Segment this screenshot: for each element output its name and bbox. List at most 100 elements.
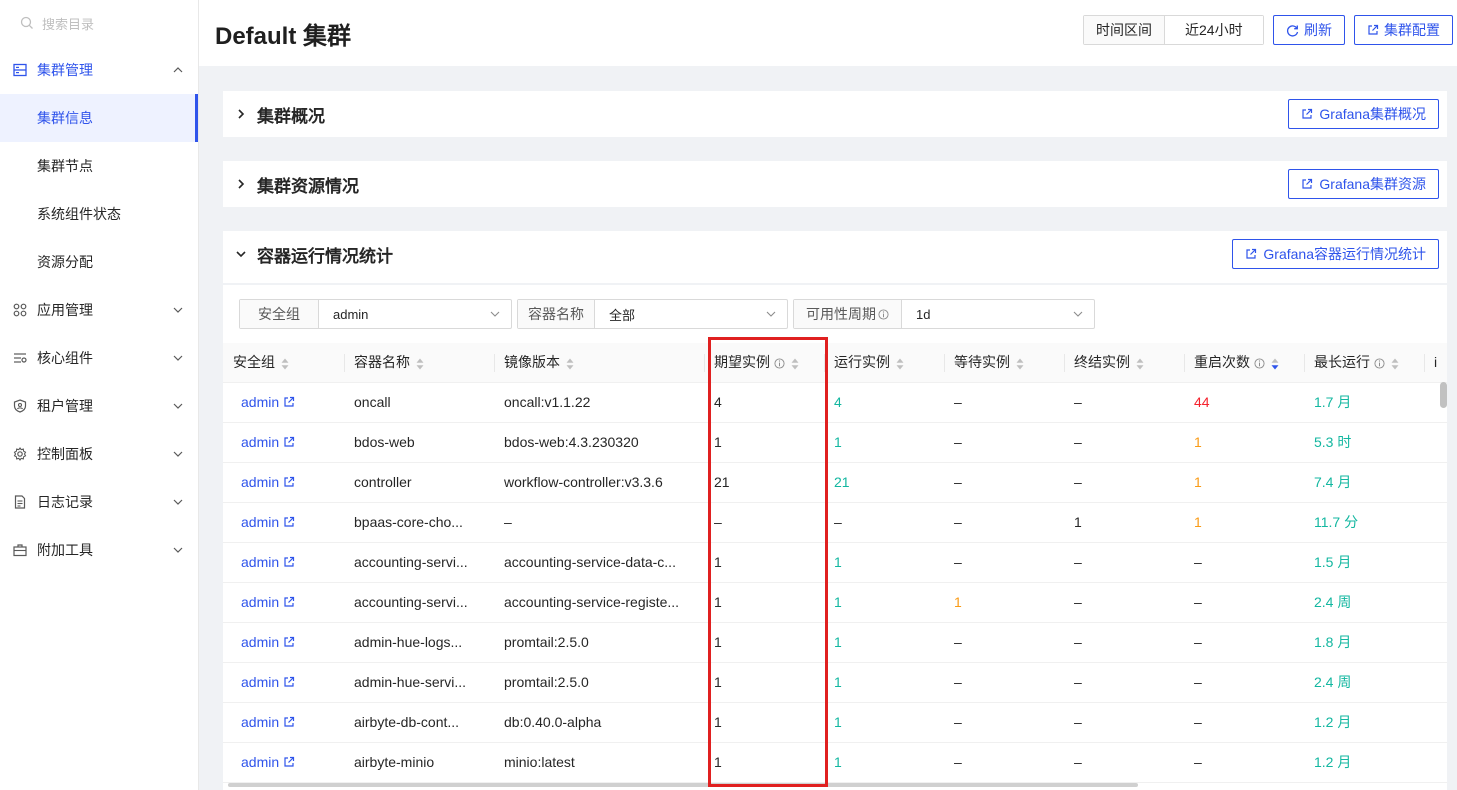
sidebar-group-logs[interactable]: 日志记录 <box>0 478 198 526</box>
panel-header[interactable]: 容器运行情况统计 Grafana容器运行情况统计 <box>223 231 1447 277</box>
time-range-value[interactable]: 近24小时 <box>1165 16 1263 44</box>
cell-security-group[interactable]: admin <box>223 502 344 543</box>
container-name-filter[interactable]: 容器名称 全部 <box>517 299 788 329</box>
sidebar-group-tools[interactable]: 附加工具 <box>0 526 198 574</box>
sidebar-group-core[interactable]: 核心组件 <box>0 334 198 382</box>
external-link-icon[interactable] <box>283 716 295 728</box>
sidebar-group-apps[interactable]: 应用管理 <box>0 286 198 334</box>
security-group-link[interactable]: admin <box>241 394 279 410</box>
security-group-link[interactable]: admin <box>241 674 279 690</box>
info-icon[interactable] <box>774 358 785 369</box>
time-range-picker[interactable]: 时间区间 近24小时 <box>1083 15 1264 45</box>
sidebar-group-tenant[interactable]: 租户管理 <box>0 382 198 430</box>
grafana-container-stats-button[interactable]: Grafana容器运行情况统计 <box>1232 239 1439 269</box>
panel-header[interactable]: 集群资源情况 Grafana集群资源 <box>223 161 1447 207</box>
sort-desc-icon[interactable] <box>1271 358 1279 370</box>
cell-running-instances: 1 <box>824 542 944 583</box>
security-group-link[interactable]: admin <box>241 634 279 650</box>
col-more-header[interactable]: i <box>1424 343 1447 383</box>
col-terminated-instances-header[interactable]: 终结实例 <box>1064 343 1184 383</box>
cluster-config-label: 集群配置 <box>1384 22 1440 38</box>
col-longest-running-header[interactable]: 最长运行 <box>1304 343 1424 383</box>
sidebar-item-cluster-nodes[interactable]: 集群节点 <box>0 142 198 190</box>
sort-icon[interactable] <box>416 358 424 370</box>
external-link-icon[interactable] <box>283 636 295 648</box>
sidebar-item-cluster-info[interactable]: 集群信息 <box>0 94 198 142</box>
apps-icon <box>12 302 28 318</box>
cell-security-group[interactable]: admin <box>223 462 344 503</box>
table-row: admin accounting-servi... accounting-servi… <box>223 542 1447 583</box>
external-link-icon[interactable] <box>283 756 295 768</box>
cell-security-group[interactable]: admin <box>223 622 344 663</box>
col-running-instances-header[interactable]: 运行实例 <box>824 343 944 383</box>
cell-security-group[interactable]: admin <box>223 662 344 703</box>
vertical-scrollbar[interactable] <box>1440 382 1447 408</box>
external-link-icon <box>1368 24 1379 35</box>
security-group-link[interactable]: admin <box>241 434 279 450</box>
sort-icon[interactable] <box>1136 358 1144 370</box>
cell-image-version: promtail:2.5.0 <box>494 662 704 703</box>
external-link-icon[interactable] <box>283 596 295 608</box>
external-link-icon[interactable] <box>283 436 295 448</box>
cell-security-group[interactable]: admin <box>223 422 344 463</box>
external-link-icon[interactable] <box>283 476 295 488</box>
grafana-overview-button[interactable]: Grafana集群概况 <box>1288 99 1439 129</box>
sort-icon[interactable] <box>791 358 799 370</box>
external-link-icon[interactable] <box>283 676 295 688</box>
security-group-link[interactable]: admin <box>241 474 279 490</box>
col-security-group-header[interactable]: 安全组 <box>223 343 344 383</box>
availability-period-select[interactable]: 1d <box>902 300 1094 328</box>
security-group-select-value: admin <box>333 306 369 322</box>
sort-icon[interactable] <box>1391 358 1399 370</box>
col-container-name-header[interactable]: 容器名称 <box>344 343 494 383</box>
external-link-icon[interactable] <box>283 516 295 528</box>
col-expected-instances-header[interactable]: 期望实例 <box>704 343 824 383</box>
sort-icon[interactable] <box>896 358 904 370</box>
container-name-select[interactable]: 全部 <box>595 300 787 328</box>
security-group-select[interactable]: admin <box>319 300 511 328</box>
grafana-resources-button[interactable]: Grafana集群资源 <box>1288 169 1439 199</box>
col-pending-instances-header[interactable]: 等待实例 <box>944 343 1064 383</box>
security-group-link[interactable]: admin <box>241 514 279 530</box>
cell-security-group[interactable]: admin <box>223 582 344 623</box>
table-body: admin oncall oncall:v1.1.22 4 4– –44 1.7 月 admi… <box>223 382 1447 783</box>
external-link-icon[interactable] <box>283 396 295 408</box>
security-group-link[interactable]: admin <box>241 594 279 610</box>
sort-icon[interactable] <box>566 358 574 370</box>
security-group-filter[interactable]: 安全组 admin <box>239 299 512 329</box>
horizontal-scrollbar[interactable] <box>228 783 1138 787</box>
cell-security-group[interactable]: admin <box>223 702 344 743</box>
info-icon[interactable] <box>1254 358 1265 369</box>
security-group-link[interactable]: admin <box>241 754 279 770</box>
search-box[interactable]: 搜索目录 <box>0 0 198 46</box>
external-link-icon[interactable] <box>283 556 295 568</box>
cell-security-group[interactable]: admin <box>223 382 344 423</box>
cell-pending-instances: – <box>944 622 1064 663</box>
info-icon[interactable] <box>1374 358 1385 369</box>
cell-security-group[interactable]: admin <box>223 742 344 783</box>
security-group-link[interactable]: admin <box>241 714 279 730</box>
sort-icon[interactable] <box>281 358 289 370</box>
availability-period-filter[interactable]: 可用性周期 1d <box>793 299 1095 329</box>
header-label: 容器名称 <box>354 354 410 371</box>
cell-restart-count: – <box>1184 622 1304 663</box>
col-restart-count-header[interactable]: 重启次数 <box>1184 343 1304 383</box>
sidebar-group-control[interactable]: 控制面板 <box>0 430 198 478</box>
table-row: admin admin-hue-logs... promtail:2.5.0 1 1– –… <box>223 622 1447 663</box>
security-group-link[interactable]: admin <box>241 554 279 570</box>
cell-container-name: admin-hue-servi... <box>344 662 494 703</box>
sidebar-group-cluster[interactable]: 集群管理 <box>0 46 198 94</box>
availability-period-label-text: 可用性周期 <box>806 306 876 322</box>
sidebar-item-system-components[interactable]: 系统组件状态 <box>0 190 198 238</box>
cluster-config-button[interactable]: 集群配置 <box>1354 15 1453 45</box>
panel-header[interactable]: 集群概况 Grafana集群概况 <box>223 91 1447 137</box>
cell-security-group[interactable]: admin <box>223 542 344 583</box>
cell-running-instances: 1 <box>824 582 944 623</box>
col-image-version-header[interactable]: 镜像版本 <box>494 343 704 383</box>
sort-icon[interactable] <box>1016 358 1024 370</box>
sidebar-item-resource-allocation[interactable]: 资源分配 <box>0 238 198 286</box>
refresh-button[interactable]: 刷新 <box>1273 15 1345 45</box>
chevron-down-icon <box>173 355 183 361</box>
cell-overflow <box>1424 502 1447 543</box>
cell-running-instances: 1 <box>824 742 944 783</box>
